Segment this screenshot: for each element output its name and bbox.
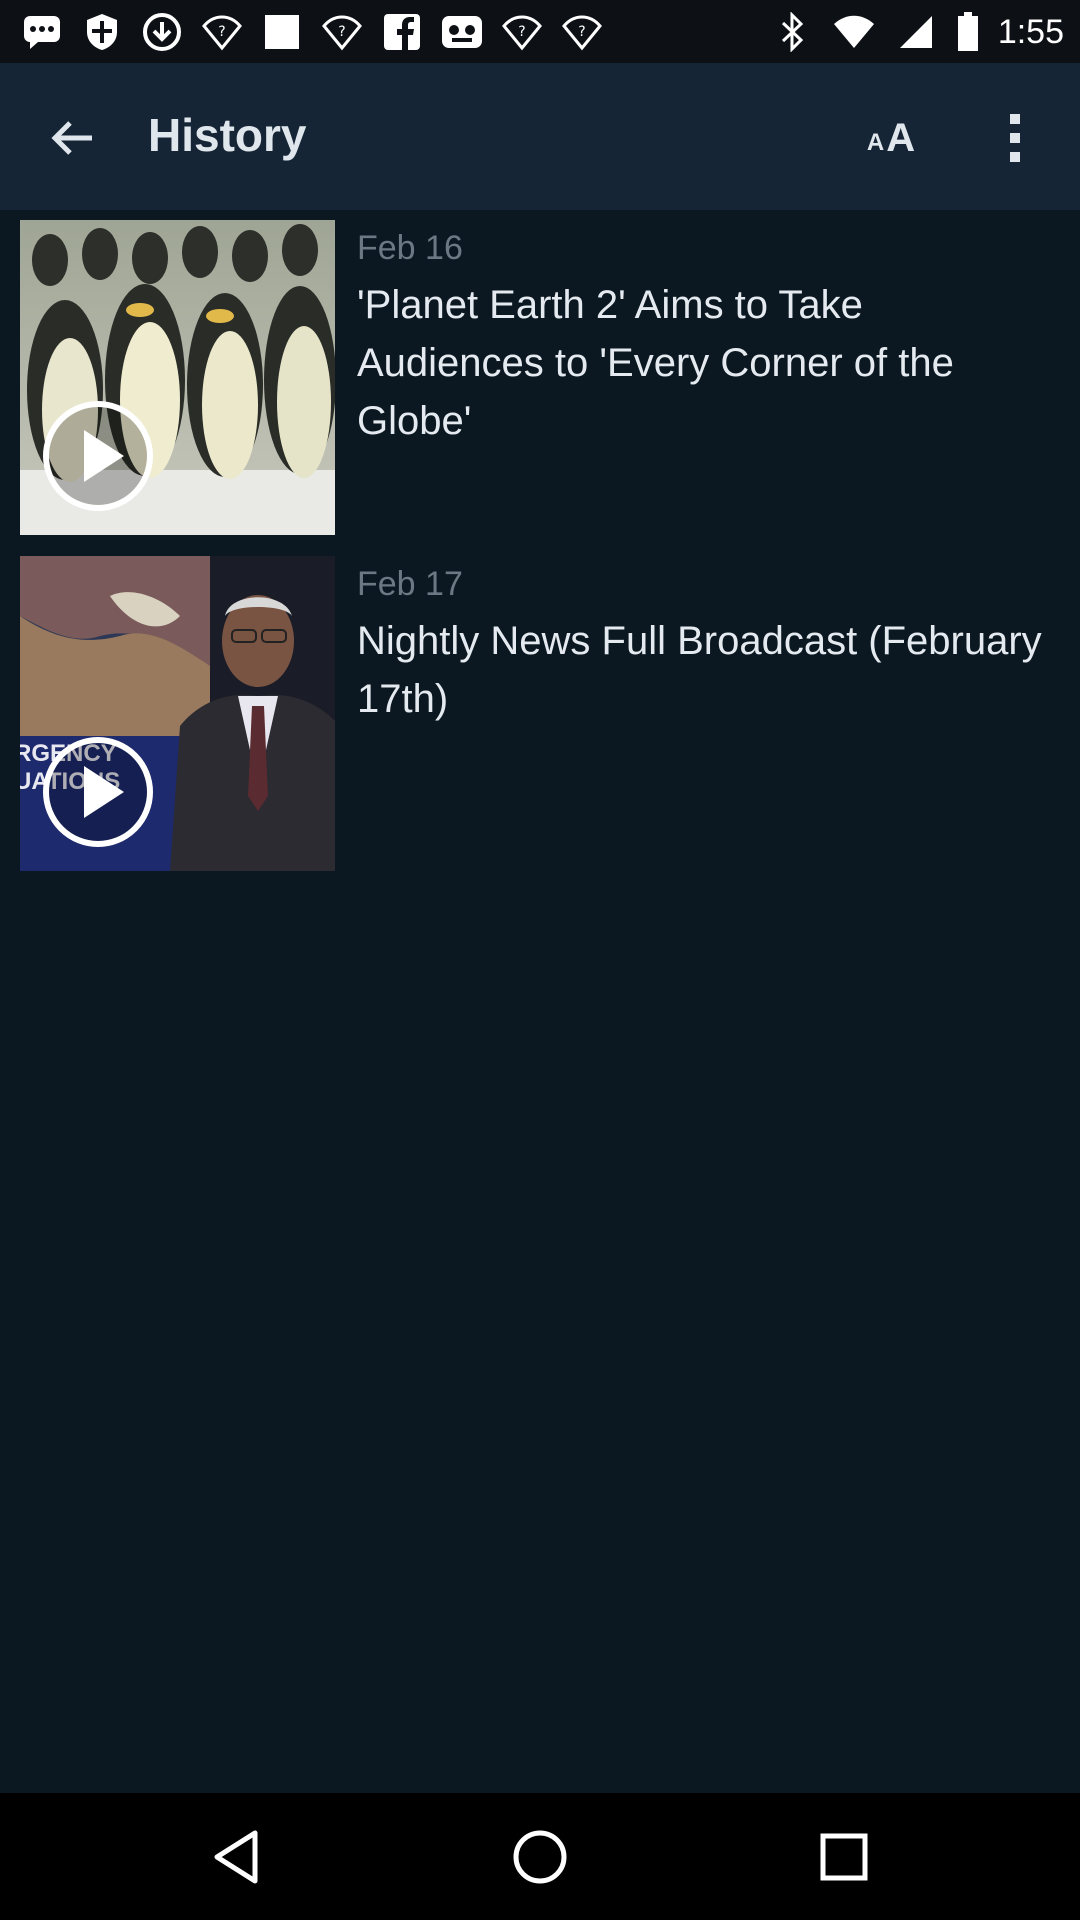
notification-icons: ? ? ? ?	[20, 10, 604, 54]
more-options-button[interactable]	[990, 103, 1040, 173]
history-item[interactable]: RGENCY UATIONS Feb 17 Nightly News Full …	[0, 546, 1080, 882]
nav-home-button[interactable]	[500, 1817, 580, 1897]
facebook-icon	[380, 10, 424, 54]
svg-text:?: ?	[338, 24, 345, 40]
back-triangle-icon	[214, 1830, 258, 1884]
nav-back-button[interactable]	[196, 1817, 276, 1897]
status-bar: ? ? ? ? 1:55	[0, 0, 1080, 63]
square-icon	[260, 10, 304, 54]
item-title[interactable]: 'Planet Earth 2' Aims to Take Audiences …	[357, 276, 1057, 450]
system-status: 1:55	[770, 8, 1064, 56]
battery-icon	[956, 10, 980, 54]
wifi-question-icon: ?	[500, 10, 544, 54]
back-button[interactable]	[32, 103, 112, 173]
wifi-question-icon: ?	[200, 10, 244, 54]
more-vert-icon	[1010, 114, 1020, 162]
item-date: Feb 16	[357, 229, 463, 267]
home-circle-icon	[513, 1830, 567, 1884]
status-time: 1:55	[997, 12, 1064, 51]
signal-icon	[894, 10, 938, 54]
item-date: Feb 17	[357, 565, 463, 603]
svg-text:?: ?	[578, 24, 585, 40]
wifi-question-icon: ?	[560, 10, 604, 54]
video-thumbnail-penguins[interactable]	[20, 220, 335, 535]
text-size-large-label: A	[886, 116, 916, 160]
text-size-button[interactable]: A A	[856, 103, 926, 173]
arrow-left-icon	[51, 121, 92, 155]
item-title[interactable]: Nightly News Full Broadcast (February 17…	[357, 612, 1057, 728]
play-icon[interactable]	[42, 736, 154, 848]
svg-text:?: ?	[518, 24, 525, 40]
bluetooth-icon	[770, 10, 814, 54]
chat-bubble-icon	[20, 10, 64, 54]
svg-text:?: ?	[218, 24, 225, 40]
play-icon[interactable]	[42, 400, 154, 512]
shield-icon	[80, 10, 124, 54]
page-title: History	[148, 109, 307, 161]
voicemail-icon	[440, 10, 484, 54]
text-size-small-label: A	[866, 129, 885, 156]
app-bar: History A A	[0, 63, 1080, 210]
video-thumbnail-news[interactable]: RGENCY UATIONS	[20, 556, 335, 871]
navigation-bar	[0, 1793, 1080, 1920]
download-icon	[140, 10, 184, 54]
wifi-question-icon: ?	[320, 10, 364, 54]
history-item[interactable]: Feb 16 'Planet Earth 2' Aims to Take Aud…	[0, 210, 1080, 546]
nav-recents-button[interactable]	[804, 1817, 884, 1897]
recents-square-icon	[820, 1833, 868, 1881]
wifi-icon	[832, 10, 876, 54]
